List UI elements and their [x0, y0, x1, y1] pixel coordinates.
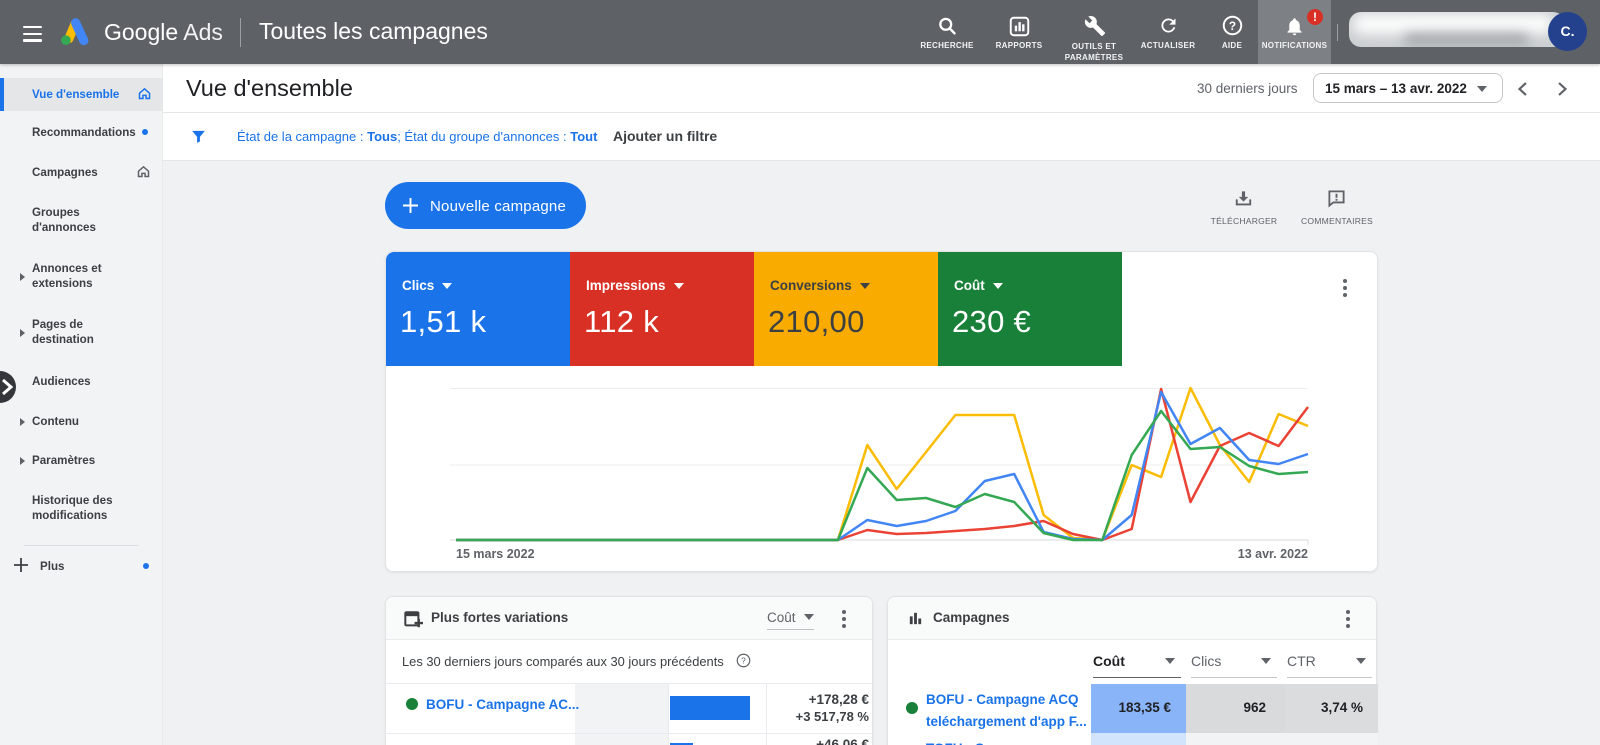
- svg-text:13 avr. 2022: 13 avr. 2022: [1238, 547, 1308, 561]
- svg-text:15 mars 2022: 15 mars 2022: [456, 547, 535, 561]
- svg-text:?: ?: [1229, 19, 1236, 33]
- svg-text:?: ?: [741, 656, 746, 666]
